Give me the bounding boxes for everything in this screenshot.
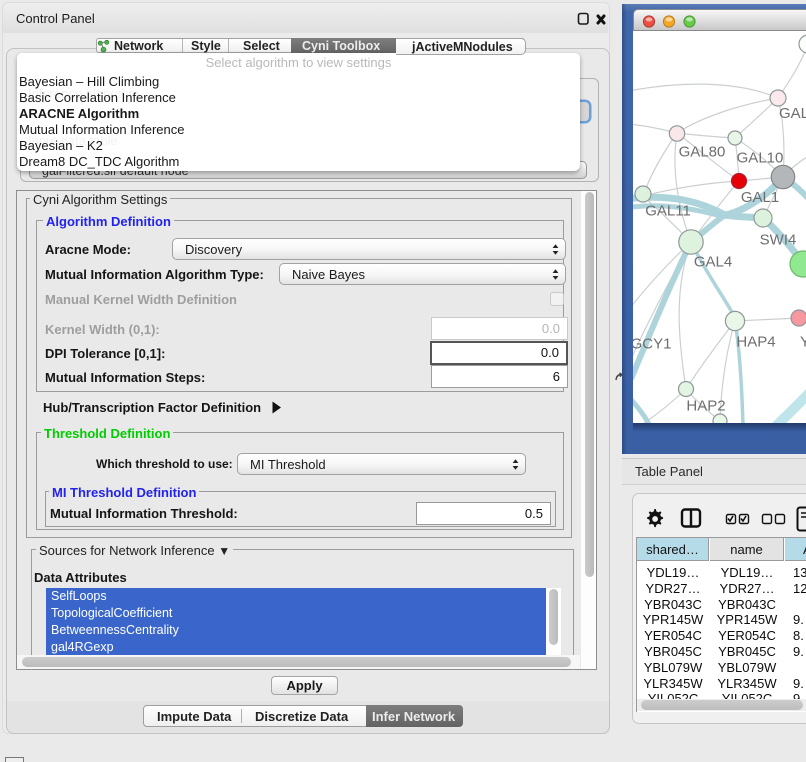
svg-text:GAL80: GAL80 <box>679 144 726 161</box>
svg-text:SWI4: SWI4 <box>760 232 797 249</box>
svg-text:GCY1: GCY1 <box>633 336 671 353</box>
svg-text:Y: Y <box>800 334 806 351</box>
svg-text:HAP2: HAP2 <box>686 398 725 415</box>
svg-text:GAL11: GAL11 <box>645 203 691 220</box>
svg-text:HAP4: HAP4 <box>736 334 775 351</box>
svg-text:GAL: GAL <box>779 105 806 122</box>
svg-text:GAL10: GAL10 <box>737 150 784 167</box>
svg-text:GAL4: GAL4 <box>694 254 732 271</box>
svg-text:GAL1: GAL1 <box>741 189 779 206</box>
